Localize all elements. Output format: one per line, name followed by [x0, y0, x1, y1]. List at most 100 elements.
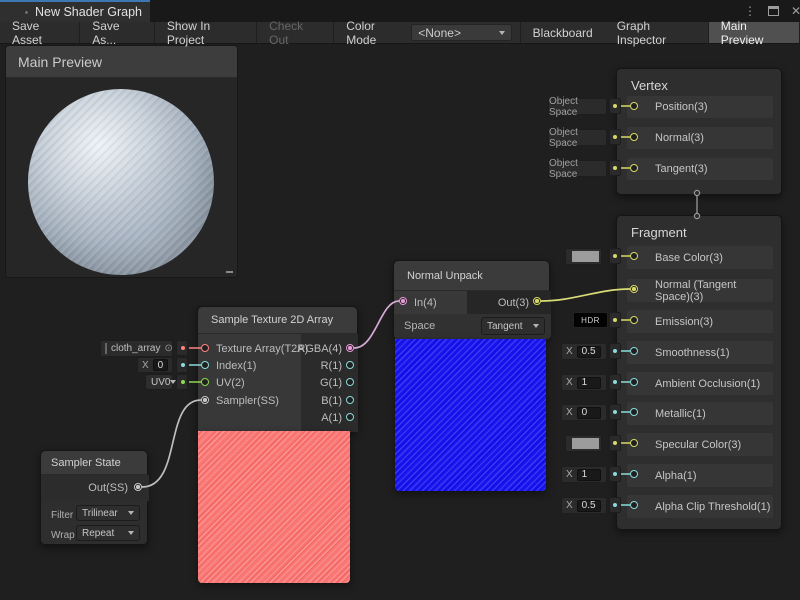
maximize-icon[interactable]: [768, 6, 779, 16]
sample-node-title[interactable]: Sample Texture 2D Array: [198, 307, 357, 334]
port-normal[interactable]: [630, 133, 638, 141]
port-g[interactable]: [346, 378, 354, 386]
check-out-button: Check Out: [257, 22, 334, 43]
chevron-down-icon: [499, 31, 505, 35]
port-metallic[interactable]: [630, 408, 638, 416]
port-normal-tangent[interactable]: [630, 285, 638, 293]
alpha-value[interactable]: 1: [577, 469, 601, 481]
position-space-chip[interactable]: Object Space: [548, 98, 607, 115]
ao-value[interactable]: 1: [577, 377, 601, 389]
port-rgba[interactable]: [346, 344, 354, 352]
sampler-state-title[interactable]: Sampler State: [41, 451, 147, 475]
port-position[interactable]: [630, 102, 638, 110]
color-mode-dropdown[interactable]: <None>: [411, 24, 511, 41]
slot-emission-label: Emission(3): [655, 316, 713, 328]
filter-dropdown[interactable]: Trilinear: [76, 505, 140, 521]
port-dot: [613, 349, 617, 353]
main-preview-toggle[interactable]: Main Preview: [709, 22, 800, 43]
normal-space-chip[interactable]: Object Space: [548, 129, 607, 146]
show-in-project-button[interactable]: Show In Project: [155, 22, 257, 43]
preview-resize-handle[interactable]: [226, 271, 233, 273]
slot-alpha[interactable]: Alpha(1): [627, 464, 773, 487]
hdr-label: HDR: [581, 316, 600, 325]
port-alpha-clip[interactable]: [630, 501, 638, 509]
object-picker-icon[interactable]: ⊙: [164, 343, 172, 354]
vertex-node-title[interactable]: Vertex: [617, 69, 781, 93]
port-index[interactable]: [201, 361, 209, 369]
sample-texture-preview[interactable]: [198, 431, 350, 583]
save-as-button[interactable]: Save As...: [80, 22, 155, 43]
specular-color-well[interactable]: [565, 435, 602, 452]
uv-channel-value: UV0: [151, 377, 170, 388]
fragment-node[interactable]: Fragment Base Color(3) Normal (Tangent S…: [616, 215, 782, 530]
port-base-color[interactable]: [630, 252, 638, 260]
alpha-clip-field[interactable]: X 0.5: [561, 497, 607, 514]
metallic-field[interactable]: X 0: [561, 404, 607, 421]
port-tangent[interactable]: [630, 164, 638, 172]
port-emission[interactable]: [630, 316, 638, 324]
save-asset-button[interactable]: Save Asset: [0, 22, 80, 43]
port-ambient-occlusion[interactable]: [630, 378, 638, 386]
x-label: X: [566, 500, 573, 511]
graph-inspector-toggle[interactable]: Graph Inspector: [605, 22, 709, 43]
space-dropdown[interactable]: Tangent: [481, 317, 545, 335]
tangent-space-chip[interactable]: Object Space: [548, 160, 607, 177]
port-smoothness[interactable]: [630, 347, 638, 355]
emission-hdr-well[interactable]: HDR: [573, 312, 608, 328]
uv-channel-dropdown[interactable]: UV0: [145, 374, 173, 390]
metallic-value[interactable]: 0: [577, 407, 601, 419]
main-preview-header[interactable]: Main Preview: [6, 46, 237, 78]
port-r[interactable]: [346, 361, 354, 369]
fragment-node-title[interactable]: Fragment: [617, 216, 781, 240]
base-color-well[interactable]: [565, 248, 602, 265]
slot-alpha-clip-label: Alpha Clip Threshold(1): [655, 501, 770, 513]
normal-unpack-title[interactable]: Normal Unpack: [394, 261, 549, 291]
slot-smoothness[interactable]: Smoothness(1): [627, 341, 773, 364]
slot-alpha-clip[interactable]: Alpha Clip Threshold(1): [627, 495, 773, 518]
port-in[interactable]: [399, 297, 407, 305]
index-field[interactable]: X 0: [137, 357, 173, 373]
slot-position[interactable]: Position(3): [627, 96, 773, 118]
port-out-ss[interactable]: [134, 483, 142, 491]
slot-normal[interactable]: Normal(3): [627, 127, 773, 149]
normal-unpack-preview[interactable]: [395, 339, 546, 491]
ao-field[interactable]: X 1: [561, 374, 607, 391]
port-alpha[interactable]: [630, 470, 638, 478]
alpha-field[interactable]: X 1: [561, 466, 607, 483]
port-out[interactable]: [533, 297, 541, 305]
close-icon[interactable]: ✕: [791, 4, 800, 18]
slot-emission[interactable]: Emission(3): [627, 310, 773, 333]
port-dot: [613, 318, 617, 322]
smoothness-field[interactable]: X 0.5: [561, 343, 607, 360]
window-menu-icon[interactable]: ⋮: [744, 4, 756, 18]
output-r-label: R(1): [321, 358, 342, 374]
port-specular-color[interactable]: [630, 439, 638, 447]
alpha-clip-value[interactable]: 0.5: [577, 500, 601, 512]
slot-tangent[interactable]: Tangent(3): [627, 158, 773, 180]
main-preview-panel[interactable]: Main Preview: [5, 45, 238, 278]
port-a[interactable]: [346, 413, 354, 421]
smoothness-value[interactable]: 0.5: [577, 346, 601, 358]
wrap-dropdown[interactable]: Repeat: [76, 525, 140, 541]
slot-ambient-occlusion[interactable]: Ambient Occlusion(1): [627, 372, 773, 395]
slot-normal-tangent[interactable]: Normal (Tangent Space)(3): [627, 279, 773, 302]
blackboard-toggle[interactable]: Blackboard: [520, 22, 605, 43]
port-texture-array[interactable]: [201, 344, 209, 352]
preview-sphere[interactable]: [28, 89, 214, 275]
slot-specular-color[interactable]: Specular Color(3): [627, 433, 773, 456]
slot-base-color[interactable]: Base Color(3): [627, 246, 773, 269]
slot-metallic-label: Metallic(1): [655, 408, 706, 420]
position-space-label: Object Space: [549, 96, 606, 118]
slot-base-color-label: Base Color(3): [655, 252, 723, 264]
chevron-down-icon: [128, 511, 134, 515]
port-b[interactable]: [346, 396, 354, 404]
port-uv[interactable]: [201, 378, 209, 386]
sample-texture-2d-array-node[interactable]: Sample Texture 2D Array Texture Array(T2…: [197, 306, 358, 431]
specular-color-swatch: [572, 438, 599, 449]
slot-metallic[interactable]: Metallic(1): [627, 402, 773, 425]
index-value[interactable]: 0: [153, 359, 168, 371]
vertex-node[interactable]: Vertex Position(3) Normal(3) Tangent(3): [616, 68, 782, 195]
texture-array-object-field[interactable]: cloth_array ⊙: [100, 340, 173, 357]
main-preview-title: Main Preview: [18, 54, 102, 70]
port-sampler[interactable]: [201, 396, 209, 404]
